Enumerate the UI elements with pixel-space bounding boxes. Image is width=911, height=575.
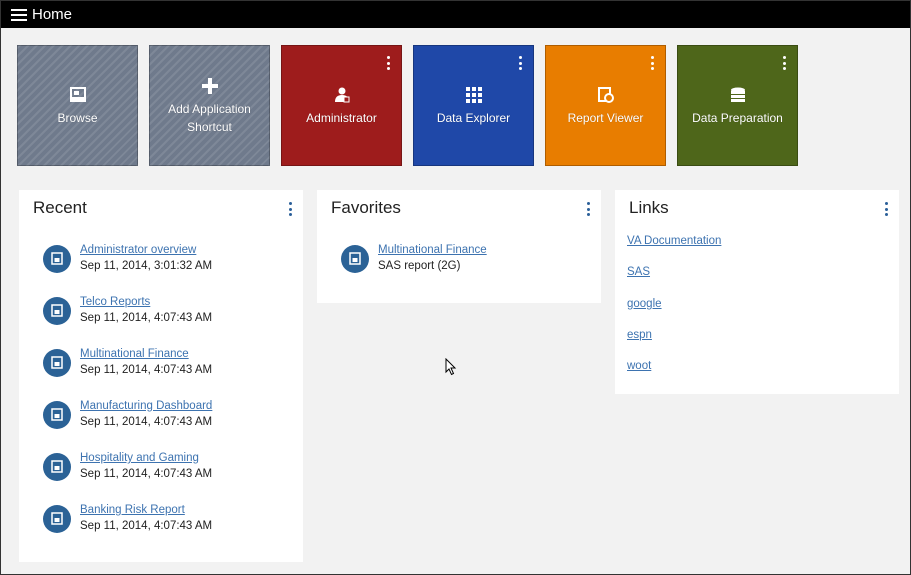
mouse-cursor-icon xyxy=(445,358,457,376)
tile-add-shortcut[interactable]: Add Application Shortcut xyxy=(149,45,270,166)
favorites-title: Favorites xyxy=(331,198,401,217)
list-item: Hospitality and Gaming Sep 11, 2014, 4:0… xyxy=(43,451,212,482)
recent-item-date: Sep 11, 2014, 3:01:32 AM xyxy=(80,260,213,272)
hamburger-icon[interactable] xyxy=(11,8,27,21)
recent-item-date: Sep 11, 2014, 4:07:43 AM xyxy=(80,520,213,532)
report-icon xyxy=(43,400,71,429)
tile-browse[interactable]: Browse xyxy=(17,45,138,166)
links-menu-icon[interactable] xyxy=(885,202,889,216)
plus-icon xyxy=(200,76,220,96)
recent-menu-icon[interactable] xyxy=(289,202,293,216)
list-item: Administrator overview Sep 11, 2014, 3:0… xyxy=(43,243,212,274)
tile-data-explorer[interactable]: Data Explorer xyxy=(413,45,534,166)
list-item: Telco Reports Sep 11, 2014, 4:07:43 AM xyxy=(43,295,212,326)
favorite-item-link[interactable]: Multinational Finance xyxy=(378,243,487,258)
link-sas[interactable]: SAS xyxy=(627,266,650,278)
recent-item-link[interactable]: Administrator overview xyxy=(80,243,212,258)
report-icon xyxy=(43,504,71,533)
report-icon xyxy=(43,244,71,273)
report-icon xyxy=(596,85,616,105)
report-icon xyxy=(43,296,71,325)
tile-label: Data Preparation xyxy=(692,110,783,125)
favorite-item-detail: SAS report (2G) xyxy=(378,260,461,272)
list-item: Banking Risk Report Sep 11, 2014, 4:07:4… xyxy=(43,503,212,534)
app-tiles: Browse Add Application Shortcut Administ… xyxy=(17,45,809,166)
recent-item-date: Sep 11, 2014, 4:07:43 AM xyxy=(80,312,213,324)
tile-label: Report Viewer xyxy=(567,110,644,125)
recent-item-date: Sep 11, 2014, 4:07:43 AM xyxy=(80,364,213,376)
grid-icon xyxy=(464,85,484,105)
tile-menu-icon[interactable] xyxy=(387,56,391,70)
recent-item-date: Sep 11, 2014, 4:07:43 AM xyxy=(80,468,213,480)
link-va-documentation[interactable]: VA Documentation xyxy=(627,235,721,247)
recent-item-date: Sep 11, 2014, 4:07:43 AM xyxy=(80,416,213,428)
list-item: Manufacturing Dashboard Sep 11, 2014, 4:… xyxy=(43,399,212,430)
recent-panel: Recent Administrator overview Sep 11, 20… xyxy=(19,190,303,562)
tile-label: Browse xyxy=(57,110,98,125)
tile-label: Administrator xyxy=(306,110,377,125)
link-espn[interactable]: espn xyxy=(627,329,652,341)
app-window: Home Browse Add Application Shortcut Adm… xyxy=(0,0,911,575)
favorites-panel: Favorites Multinational Finance SAS repo… xyxy=(317,190,601,303)
report-icon xyxy=(43,452,71,481)
tile-report-viewer[interactable]: Report Viewer xyxy=(545,45,666,166)
list-item: Multinational Finance SAS report (2G) xyxy=(341,243,487,274)
tile-label: Data Explorer xyxy=(436,110,511,125)
link-woot[interactable]: woot xyxy=(627,360,651,372)
tile-label: Add Application Shortcut xyxy=(168,101,251,134)
page-title: Home xyxy=(32,6,73,23)
database-icon xyxy=(728,85,748,105)
report-icon xyxy=(341,244,369,273)
links-panel: Links VA Documentation SAS google espn w… xyxy=(615,190,899,394)
tile-menu-icon[interactable] xyxy=(651,56,655,70)
recent-item-link[interactable]: Banking Risk Report xyxy=(80,503,212,518)
recent-item-link[interactable]: Hospitality and Gaming xyxy=(80,451,212,466)
tile-data-preparation[interactable]: Data Preparation xyxy=(677,45,798,166)
recent-item-link[interactable]: Manufacturing Dashboard xyxy=(80,399,212,414)
link-google[interactable]: google xyxy=(627,298,662,310)
list-item: Multinational Finance Sep 11, 2014, 4:07… xyxy=(43,347,212,378)
report-icon xyxy=(43,348,71,377)
user-admin-icon xyxy=(332,85,352,105)
recent-item-link[interactable]: Telco Reports xyxy=(80,295,212,310)
tile-menu-icon[interactable] xyxy=(519,56,523,70)
favorites-menu-icon[interactable] xyxy=(587,202,591,216)
recent-title: Recent xyxy=(33,198,87,217)
tile-menu-icon[interactable] xyxy=(783,56,787,70)
top-bar: Home xyxy=(1,1,910,28)
recent-item-link[interactable]: Multinational Finance xyxy=(80,347,212,362)
tile-administrator[interactable]: Administrator xyxy=(281,45,402,166)
links-title: Links xyxy=(629,198,669,217)
browse-icon xyxy=(68,85,88,105)
